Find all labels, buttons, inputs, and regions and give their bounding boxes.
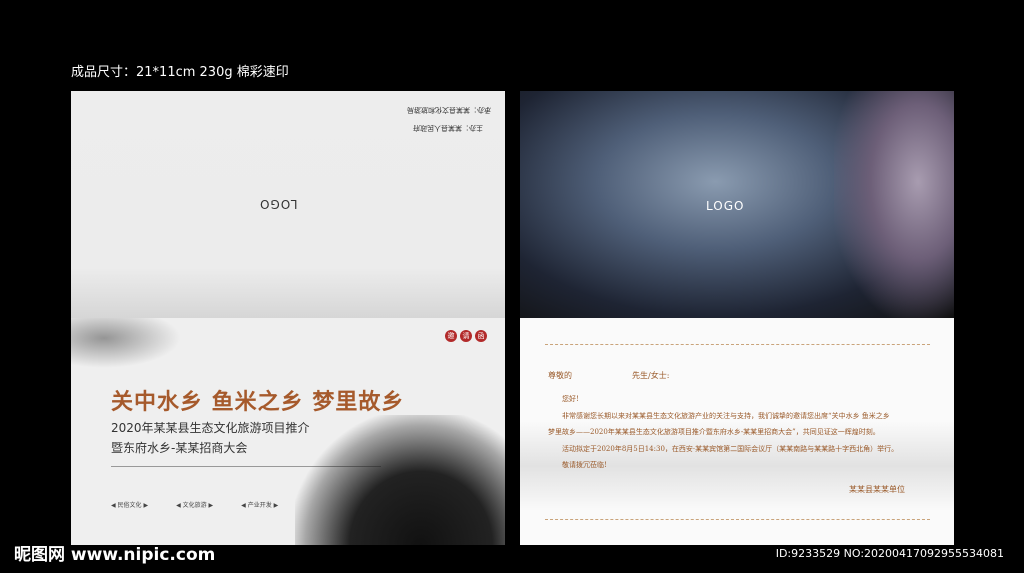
greeting: 您好! bbox=[562, 395, 579, 403]
back-cover: 承办：某某县文化和旅游局 主办：某某县人民政府 LOGO bbox=[71, 91, 505, 318]
tag: ◀ 产业开发 ▶ bbox=[241, 502, 279, 509]
dashed-rule bbox=[545, 344, 930, 345]
host-text: 主办：某某县人民政府 bbox=[413, 124, 483, 132]
stamp-char: 邀 bbox=[445, 330, 457, 342]
ink-smoke bbox=[71, 318, 181, 368]
salutation: 尊敬的 bbox=[548, 371, 572, 380]
sky-photo: LOGO bbox=[520, 91, 954, 318]
image-id: ID:9233529 NO:20200417092955534081 bbox=[775, 547, 1004, 560]
subtitle-2: 暨东府水乡-某某招商大会 bbox=[111, 441, 248, 455]
main-title: 关中水乡 鱼米之乡 梦里故乡 bbox=[111, 389, 405, 415]
blossom-tree bbox=[834, 91, 954, 318]
front-cover: 邀 请 函 关中水乡 鱼米之乡 梦里故乡 2020年某某县生态文化旅游项目推介 … bbox=[71, 318, 505, 545]
watermark: 昵图网 www.nipic.com bbox=[14, 545, 216, 565]
paragraph-1: 非常感谢您长期以来对某某县生态文化旅游产业的关注与支持，我们诚挚的邀请您出席“关… bbox=[562, 412, 890, 420]
paragraph-2: 活动拟定于2020年8月5日14:30，在西安·某某宾馆第二国际会议厅（某某南路… bbox=[562, 445, 899, 453]
paragraph-3: 敬请拨冗莅临! bbox=[562, 461, 607, 469]
organizer-text: 承办：某某县文化和旅游局 bbox=[407, 106, 491, 114]
temple-ink-illustration bbox=[295, 415, 505, 545]
invitation-outside: 承办：某某县文化和旅游局 主办：某某县人民政府 LOGO 邀 请 函 关中水乡 … bbox=[71, 91, 505, 545]
signature: 某某县某某单位 bbox=[849, 485, 905, 494]
tag-list: ◀ 民俗文化 ▶ ◀ 文化旅游 ▶ ◀ 产业开发 ▶ bbox=[111, 500, 278, 509]
back-logo: LOGO bbox=[259, 197, 298, 211]
tag: ◀ 文化旅游 ▶ bbox=[176, 502, 214, 509]
title-suffix: 先生/女士: bbox=[632, 371, 670, 380]
stamp-char: 请 bbox=[460, 330, 472, 342]
invitation-stamp: 邀 请 函 bbox=[445, 330, 487, 342]
spec-label: 成品尺寸：21*11cm 230g 棉彩速印 bbox=[71, 65, 289, 80]
inside-logo: LOGO bbox=[706, 199, 745, 213]
dashed-rule bbox=[545, 519, 930, 520]
paragraph-1b: 梦里故乡——2020年某某县生态文化旅游项目推介暨东府水乡-某某里招商大会”，共… bbox=[548, 428, 880, 436]
stamp-char: 函 bbox=[475, 330, 487, 342]
tag: ◀ 民俗文化 ▶ bbox=[111, 502, 149, 509]
subtitle-1: 2020年某某县生态文化旅游项目推介 bbox=[111, 421, 310, 435]
invitation-inside: LOGO 尊敬的 先生/女士: 您好! 非常感谢您长期以来对某某县生态文化旅游产… bbox=[520, 91, 954, 545]
